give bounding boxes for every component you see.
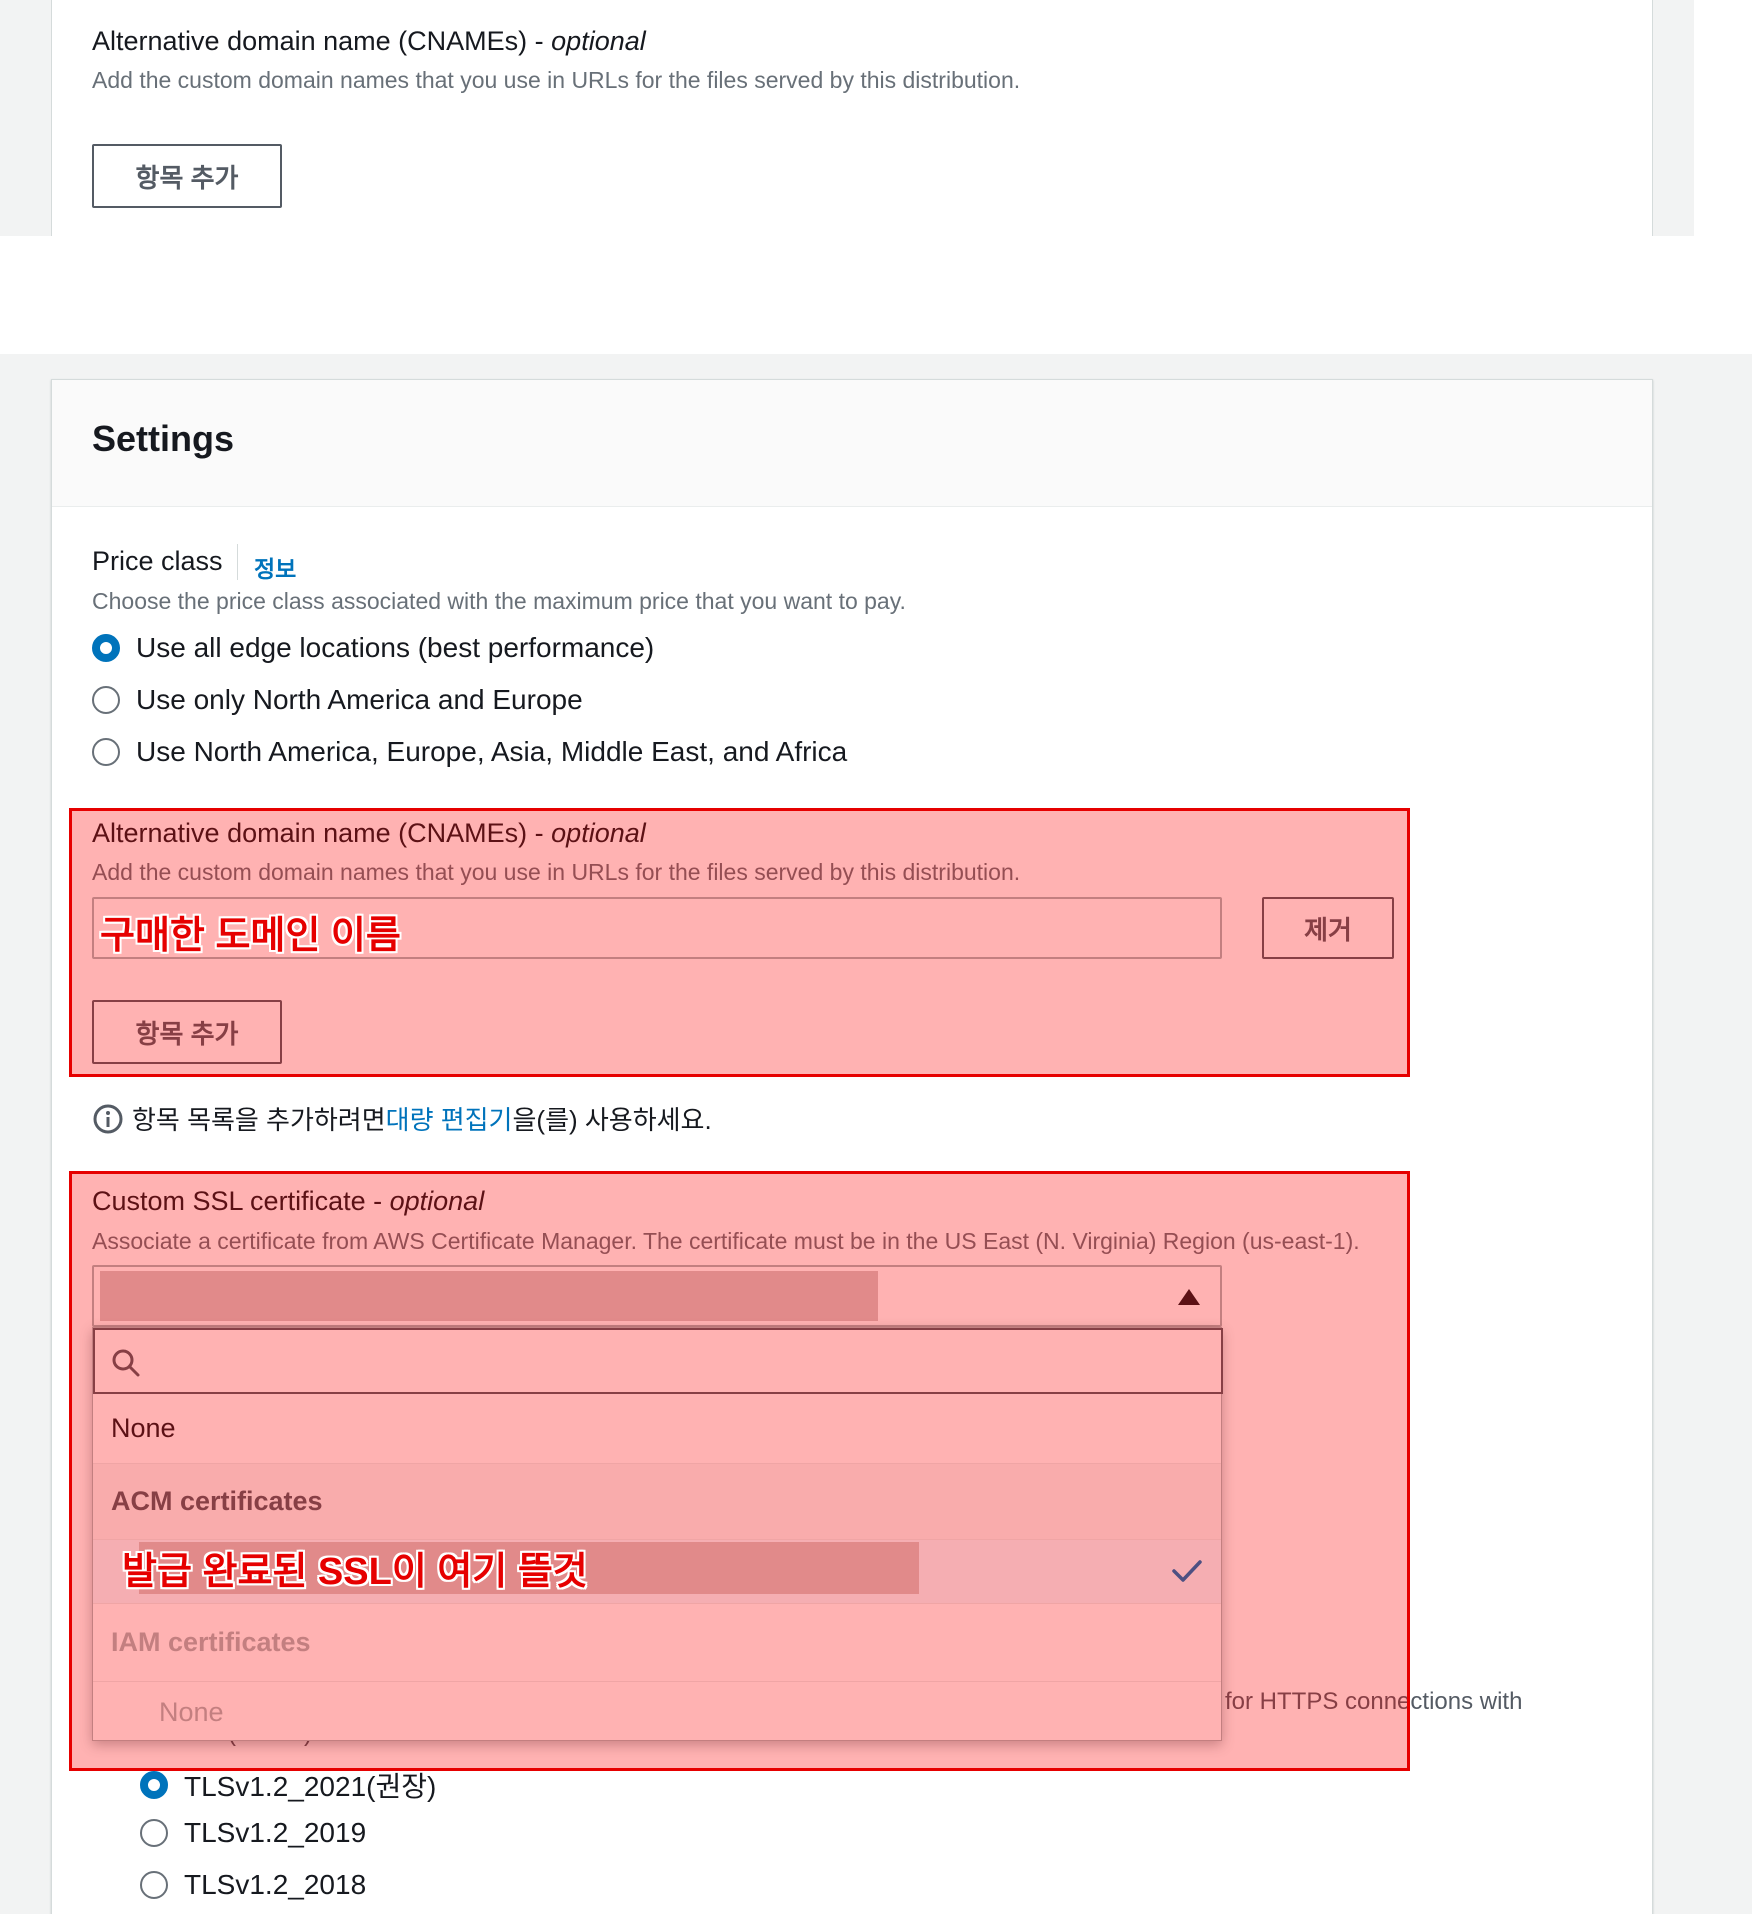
price-class-option-na-eu-asia[interactable]: Use North America, Europe, Asia, Middle …	[92, 736, 847, 768]
price-class-description: Choose the price class associated with t…	[92, 588, 906, 614]
tls-option-2019[interactable]: TLSv1.2_2019	[140, 1817, 366, 1849]
add-item-button-top[interactable]: 항목 추가	[92, 144, 282, 208]
price-class-label: Price class	[92, 546, 223, 576]
radio-selected-icon[interactable]	[92, 634, 120, 662]
settings-panel-header	[52, 380, 1652, 507]
annotation-domain-name: 구매한 도메인 이름	[100, 915, 401, 957]
cname-description-top: Add the custom domain names that you use…	[92, 67, 1021, 93]
price-class-option-na-eu[interactable]: Use only North America and Europe	[92, 684, 583, 716]
radio-icon[interactable]	[92, 686, 120, 714]
info-circle-icon	[93, 1104, 123, 1133]
annotation-ssl-appears-here: 발급 완료된 SSL이 여기 뜰것	[122, 1551, 588, 1593]
radio-selected-icon[interactable]	[140, 1771, 168, 1799]
info-separator	[237, 544, 238, 580]
bulk-editor-link[interactable]: 대량 편집기	[386, 1100, 513, 1137]
radio-icon[interactable]	[140, 1819, 168, 1847]
cname-label-top: Alternative domain name (CNAMEs) - optio…	[92, 26, 646, 56]
radio-icon[interactable]	[92, 738, 120, 766]
bulk-editor-hint: 항목 목록을 추가하려면 대량 편집기 을(를) 사용하세요.	[92, 1100, 712, 1137]
tls-option-2018[interactable]: TLSv1.2_2018	[140, 1869, 366, 1901]
tls-option-2021[interactable]: TLSv1.2_2021(권장)	[140, 1765, 436, 1805]
price-class-info-link[interactable]: 정보	[254, 550, 296, 584]
settings-title: Settings	[92, 418, 235, 459]
radio-icon[interactable]	[140, 1871, 168, 1899]
price-class-option-all[interactable]: Use all edge locations (best performance…	[92, 632, 654, 664]
highlight-box-ssl	[69, 1171, 1410, 1771]
